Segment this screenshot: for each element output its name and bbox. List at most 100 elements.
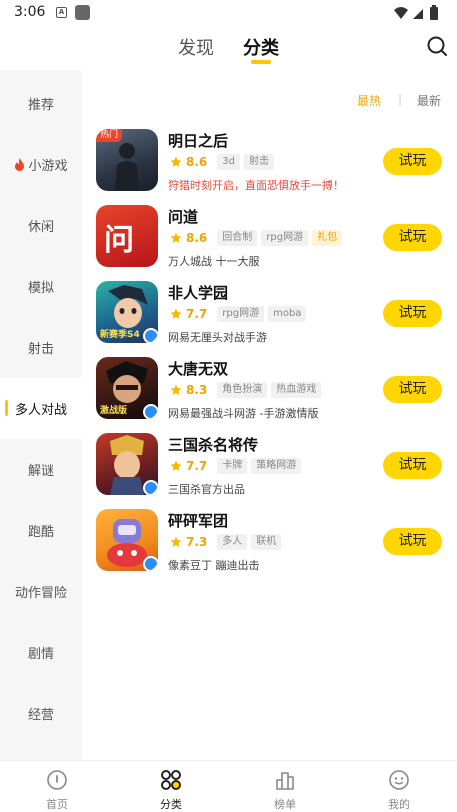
game-name: 非人学园 (168, 284, 229, 302)
sidebar-item-action-adventure[interactable]: 动作冒险 (0, 561, 82, 622)
sidebar-item-label: 跑酷 (27, 525, 54, 540)
game-tag: 多人 (217, 534, 248, 550)
multiplayer-badge-icon (143, 328, 158, 343)
game-tag: 射击 (243, 154, 274, 170)
active-tab-indicator (251, 60, 271, 64)
game-tag: 回合制 (217, 230, 258, 246)
sort-hot-button[interactable]: 最热 (357, 92, 381, 109)
game-icon[interactable]: 激战版 (96, 357, 158, 419)
hot-badge: 热门 (96, 129, 122, 142)
game-description: 三国杀官方出品 (168, 483, 245, 496)
star-icon (170, 308, 182, 319)
game-rating: 7.7 (186, 459, 208, 473)
game-icon[interactable]: 新赛季S4 (96, 281, 158, 343)
notification-square-icon (75, 5, 90, 20)
sidebar-item-story[interactable]: 剧情 (0, 622, 82, 683)
nav-profile[interactable]: 我的 (342, 761, 456, 812)
game-meta: 7.3 多人 联机 (170, 534, 285, 550)
sidebar-item-puzzle[interactable]: 解谜 (0, 439, 82, 500)
sidebar-item-management[interactable]: 经营 (0, 683, 82, 744)
game-icon-caption: 激战版 (100, 406, 128, 416)
star-icon (170, 536, 182, 547)
game-row[interactable]: 问道 问道 8.6 回合制 rpg网游 礼包 万人城战 十一大服 试玩 (82, 205, 457, 281)
profile-icon (389, 770, 409, 790)
bottom-navigation: 首页 分类 榜单 我的 (0, 760, 457, 812)
try-play-button[interactable]: 试玩 (383, 300, 442, 327)
game-meta: 8.6 回合制 rpg网游 礼包 (170, 230, 346, 246)
sidebar-item-casual[interactable]: 休闲 (0, 195, 82, 256)
game-tag: rpg网游 (261, 230, 309, 246)
nav-label: 首页 (46, 798, 68, 811)
game-tag: 卡牌 (217, 458, 248, 474)
game-description: 网易无厘头对战手游 (168, 331, 267, 344)
status-time: 3:06 (14, 4, 46, 20)
try-play-button[interactable]: 试玩 (383, 528, 442, 555)
sort-new-button[interactable]: 最新 (417, 92, 441, 109)
game-rating: 7.3 (186, 535, 208, 549)
nav-label: 榜单 (274, 798, 296, 811)
sidebar-item-parkour[interactable]: 跑酷 (0, 500, 82, 561)
sidebar-item-recommend[interactable]: 推荐 (0, 73, 82, 134)
sidebar-item-simulation[interactable]: 模拟 (0, 256, 82, 317)
tab-category[interactable]: 分类 (243, 34, 279, 60)
game-rating: 7.7 (186, 307, 208, 321)
multiplayer-badge-icon (143, 556, 158, 571)
game-description: 像素豆丁 蹦迪出击 (168, 559, 260, 572)
search-icon[interactable] (426, 35, 448, 57)
home-icon (47, 770, 67, 790)
try-play-button[interactable]: 试玩 (383, 224, 442, 251)
game-icon-caption: 新赛季S4 (100, 330, 140, 340)
gift-tag: 礼包 (312, 230, 343, 246)
game-name: 明日之后 (168, 132, 229, 150)
multiplayer-badge-icon (143, 480, 158, 495)
try-play-button[interactable]: 试玩 (383, 376, 442, 403)
game-description: 狩猎时刻开启，直面恐惧放手一搏！ (168, 179, 344, 192)
sidebar-item-label: 多人对战 (14, 403, 67, 418)
game-tag: 3d (217, 154, 240, 170)
sidebar-item-multiplayer[interactable]: 多人对战 (0, 378, 82, 439)
try-play-button[interactable]: 试玩 (383, 452, 442, 479)
sidebar-item-shooting[interactable]: 射击 (0, 317, 82, 378)
game-rating: 8.6 (186, 155, 208, 169)
game-tag: 角色扮演 (217, 382, 268, 398)
game-row[interactable]: 新赛季S4 非人学园 7.7 rpg网游 moba 网易无厘头对战手游 试玩 (82, 281, 457, 357)
game-description: 万人城战 十一大服 (168, 255, 260, 268)
game-meta: 7.7 rpg网游 moba (170, 306, 310, 322)
star-icon (170, 384, 182, 395)
notification-a-icon: A (56, 7, 67, 18)
game-row[interactable]: 激战版 大唐无双 8.3 角色扮演 热血游戏 网易最强战斗网游 -手游激情版 试… (82, 357, 457, 433)
category-icon (161, 770, 181, 790)
star-icon (170, 156, 182, 167)
ranking-icon (276, 772, 294, 790)
sidebar-item-label: 模拟 (27, 281, 54, 296)
game-meta: 7.7 卡牌 策略网游 (170, 458, 305, 474)
nav-label: 我的 (388, 798, 410, 811)
nav-category[interactable]: 分类 (114, 761, 228, 812)
status-indicators-icon (394, 5, 438, 20)
game-row[interactable]: 砰砰军团 7.3 多人 联机 像素豆丁 蹦迪出击 试玩 (82, 509, 457, 585)
game-name: 大唐无双 (168, 360, 229, 378)
game-meta: 8.3 角色扮演 热血游戏 (170, 382, 325, 398)
game-rating: 8.3 (186, 383, 208, 397)
game-icon[interactable] (96, 509, 158, 571)
nav-home[interactable]: 首页 (0, 761, 114, 812)
sidebar-item-label: 推荐 (27, 98, 54, 113)
game-description: 网易最强战斗网游 -手游激情版 (168, 407, 319, 420)
try-play-button[interactable]: 试玩 (383, 148, 442, 175)
game-tag: moba (268, 306, 307, 322)
game-tag: 热血游戏 (271, 382, 322, 398)
nav-ranking[interactable]: 榜单 (228, 761, 342, 812)
tab-discover[interactable]: 发现 (178, 34, 214, 60)
game-icon[interactable]: 问道 (96, 205, 158, 267)
sidebar-item-label: 动作冒险 (14, 586, 67, 601)
sidebar-item-label: 剧情 (27, 647, 54, 662)
game-rating: 8.6 (186, 231, 208, 245)
game-name: 问道 (168, 208, 199, 226)
sidebar-item-mini-games[interactable]: 小游戏 (0, 134, 82, 195)
game-meta: 8.6 3d 射击 (170, 154, 278, 170)
game-row[interactable]: 热门 明日之后 8.6 3d 射击 狩猎时刻开启，直面恐惧放手一搏！ 试玩 (82, 129, 457, 205)
active-indicator (5, 400, 8, 416)
game-icon[interactable] (96, 433, 158, 495)
game-row[interactable]: 三国杀名将传 7.7 卡牌 策略网游 三国杀官方出品 试玩 (82, 433, 457, 509)
game-icon[interactable]: 热门 (96, 129, 158, 191)
